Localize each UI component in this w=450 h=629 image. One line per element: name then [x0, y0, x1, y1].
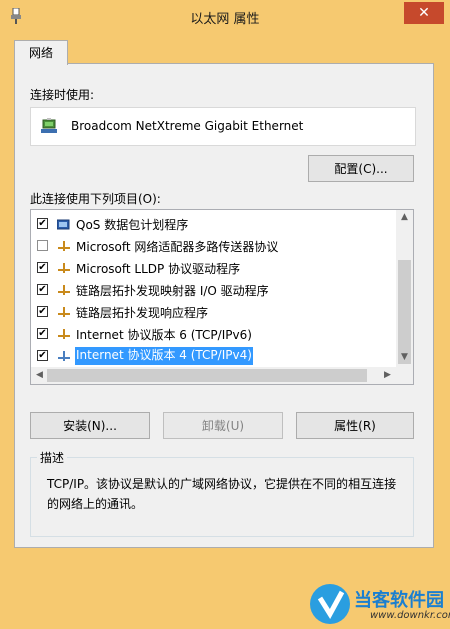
- adapter-field: Broadcom NetXtreme Gigabit Ethernet: [30, 107, 416, 146]
- item-label: Microsoft 网络适配器多路传送器协议: [76, 240, 279, 254]
- protocol-icon: [58, 263, 70, 273]
- install-button[interactable]: 安装(N)...: [30, 412, 150, 439]
- item-checkbox[interactable]: ✔: [37, 262, 48, 273]
- list-item[interactable]: ✔ QoS 数据包计划程序: [31, 213, 396, 235]
- scrollbar-corner: [396, 367, 413, 384]
- configure-button[interactable]: 配置(C)...: [308, 155, 414, 182]
- adapter-name: Broadcom NetXtreme Gigabit Ethernet: [71, 119, 304, 133]
- list-item[interactable]: ✔ Internet 协议版本 6 (TCP/IPv6): [31, 323, 396, 345]
- description-text: TCP/IP。该协议是默认的广域网络协议，它提供在不同的相互连接的网络上的通讯。: [47, 477, 397, 511]
- brand-name: 当客软件园: [354, 590, 444, 611]
- item-label: 链路层拓扑发现响应程序: [76, 306, 209, 320]
- description-title: 描述: [37, 449, 68, 466]
- close-button[interactable]: ✕: [404, 2, 444, 24]
- item-label: 链路层拓扑发现映射器 I/O 驱动程序: [76, 284, 269, 298]
- item-label: Internet 协议版本 6 (TCP/IPv6): [76, 328, 252, 342]
- scroll-up-icon[interactable]: ▲: [396, 212, 413, 222]
- item-checkbox[interactable]: ✔: [37, 328, 48, 339]
- list-item[interactable]: Microsoft 网络适配器多路传送器协议: [31, 235, 396, 257]
- components-list[interactable]: ✔ QoS 数据包计划程序 Microsoft 网络适配器多路传送器协议 ✔ M…: [30, 209, 414, 385]
- item-checkbox[interactable]: ✔: [37, 284, 48, 295]
- item-label: Microsoft LLDP 协议驱动程序: [76, 262, 241, 276]
- items-label: 此连接使用下列项目(O):: [30, 192, 161, 206]
- brand-url: www.downkr.com: [370, 610, 450, 621]
- scroll-left-icon[interactable]: ◀: [31, 370, 48, 380]
- uninstall-button[interactable]: 卸载(U): [163, 412, 283, 439]
- connect-using-label: 连接时使用:: [30, 88, 95, 102]
- item-checkbox[interactable]: ✔: [37, 306, 48, 317]
- protocol-icon: [58, 307, 70, 317]
- vertical-scrollbar[interactable]: ▲ ▼: [396, 210, 413, 367]
- list-item[interactable]: ✔ Internet 协议版本 4 (TCP/IPv4): [31, 345, 396, 367]
- item-checkbox[interactable]: ✔: [37, 218, 48, 229]
- horizontal-scrollbar[interactable]: ◀ ▶: [31, 367, 396, 384]
- protocol-icon: [58, 351, 70, 361]
- title-bar[interactable]: 以太网 属性 ✕: [0, 0, 450, 32]
- item-checkbox[interactable]: ✔: [37, 350, 48, 361]
- network-adapter-icon: [41, 118, 57, 133]
- qos-icon: [57, 219, 70, 230]
- horizontal-scroll-thumb[interactable]: [47, 369, 367, 382]
- properties-window: 以太网 属性 ✕ 网络 连接时使用: Broadcom NetXtreme Gi…: [0, 0, 450, 629]
- protocol-icon: [58, 329, 70, 339]
- scroll-down-icon[interactable]: ▼: [396, 352, 413, 362]
- vertical-scroll-thumb[interactable]: [398, 260, 411, 364]
- protocol-icon: [58, 241, 70, 251]
- list-item[interactable]: ✔ Microsoft LLDP 协议驱动程序: [31, 257, 396, 279]
- protocol-icon: [58, 285, 70, 295]
- item-checkbox[interactable]: [37, 240, 48, 251]
- list-item[interactable]: ✔ 链路层拓扑发现映射器 I/O 驱动程序: [31, 279, 396, 301]
- brand-logo-icon: [310, 584, 350, 624]
- window-title: 以太网 属性: [190, 12, 260, 27]
- description-group: 描述 TCP/IP。该协议是默认的广域网络协议，它提供在不同的相互连接的网络上的…: [30, 449, 414, 537]
- watermark: 当客软件园 www.downkr.com: [310, 584, 450, 629]
- scroll-right-icon[interactable]: ▶: [379, 370, 396, 380]
- item-label: Internet 协议版本 4 (TCP/IPv4): [75, 347, 253, 365]
- item-label: QoS 数据包计划程序: [76, 218, 189, 232]
- list-item[interactable]: ✔ 链路层拓扑发现响应程序: [31, 301, 396, 323]
- tab-network[interactable]: 网络: [14, 40, 68, 65]
- properties-button[interactable]: 属性(R): [296, 412, 414, 439]
